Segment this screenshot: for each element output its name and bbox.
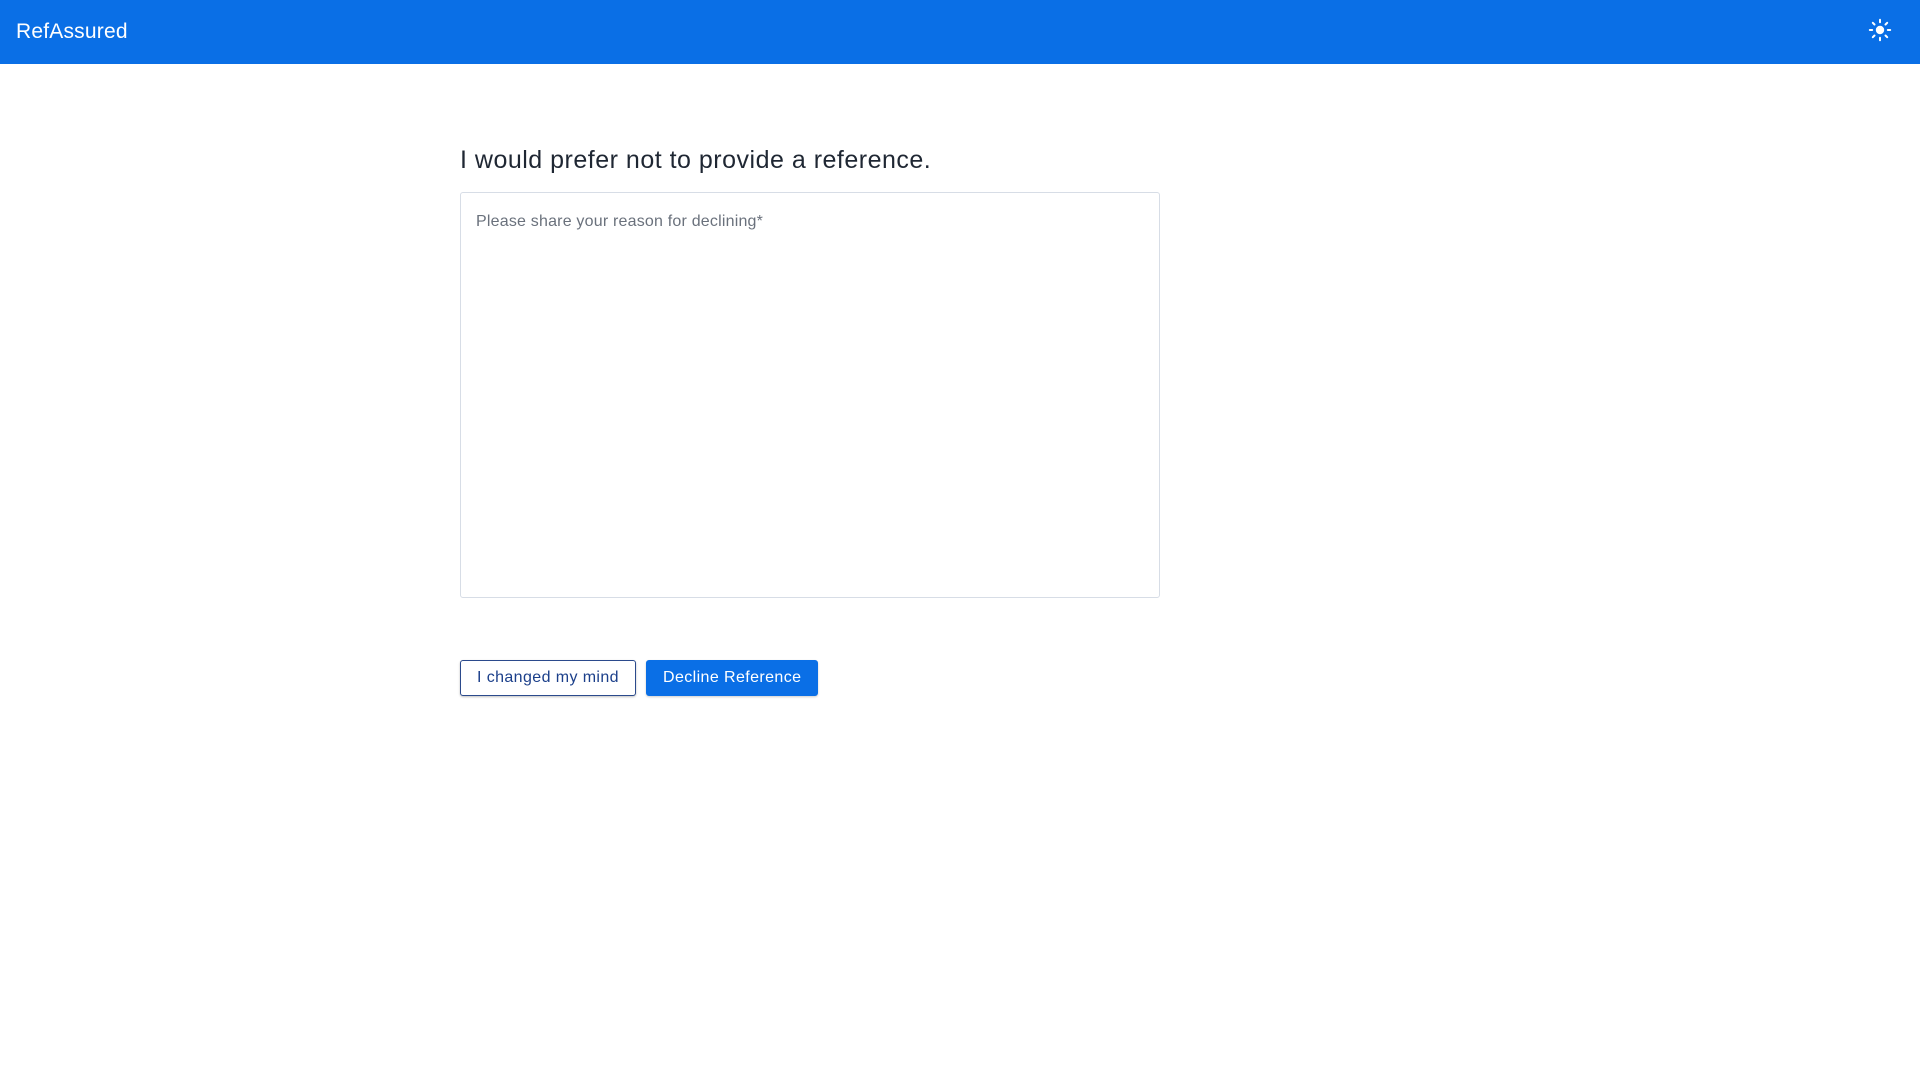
reason-textarea[interactable] bbox=[461, 193, 1159, 597]
decline-reference-form: I would prefer not to provide a referenc… bbox=[460, 140, 1160, 696]
sun-icon bbox=[1868, 18, 1892, 47]
app-title: RefAssured bbox=[16, 20, 128, 43]
page-title: I would prefer not to provide a referenc… bbox=[460, 146, 932, 174]
reason-field bbox=[460, 192, 1160, 598]
top-app-bar: RefAssured bbox=[0, 0, 1920, 64]
changed-my-mind-button[interactable]: I changed my mind bbox=[460, 660, 636, 696]
theme-toggle-button[interactable] bbox=[1860, 12, 1900, 52]
decline-reference-button[interactable]: Decline Reference bbox=[645, 660, 819, 696]
form-actions: I changed my mind Decline Reference bbox=[460, 660, 1160, 696]
